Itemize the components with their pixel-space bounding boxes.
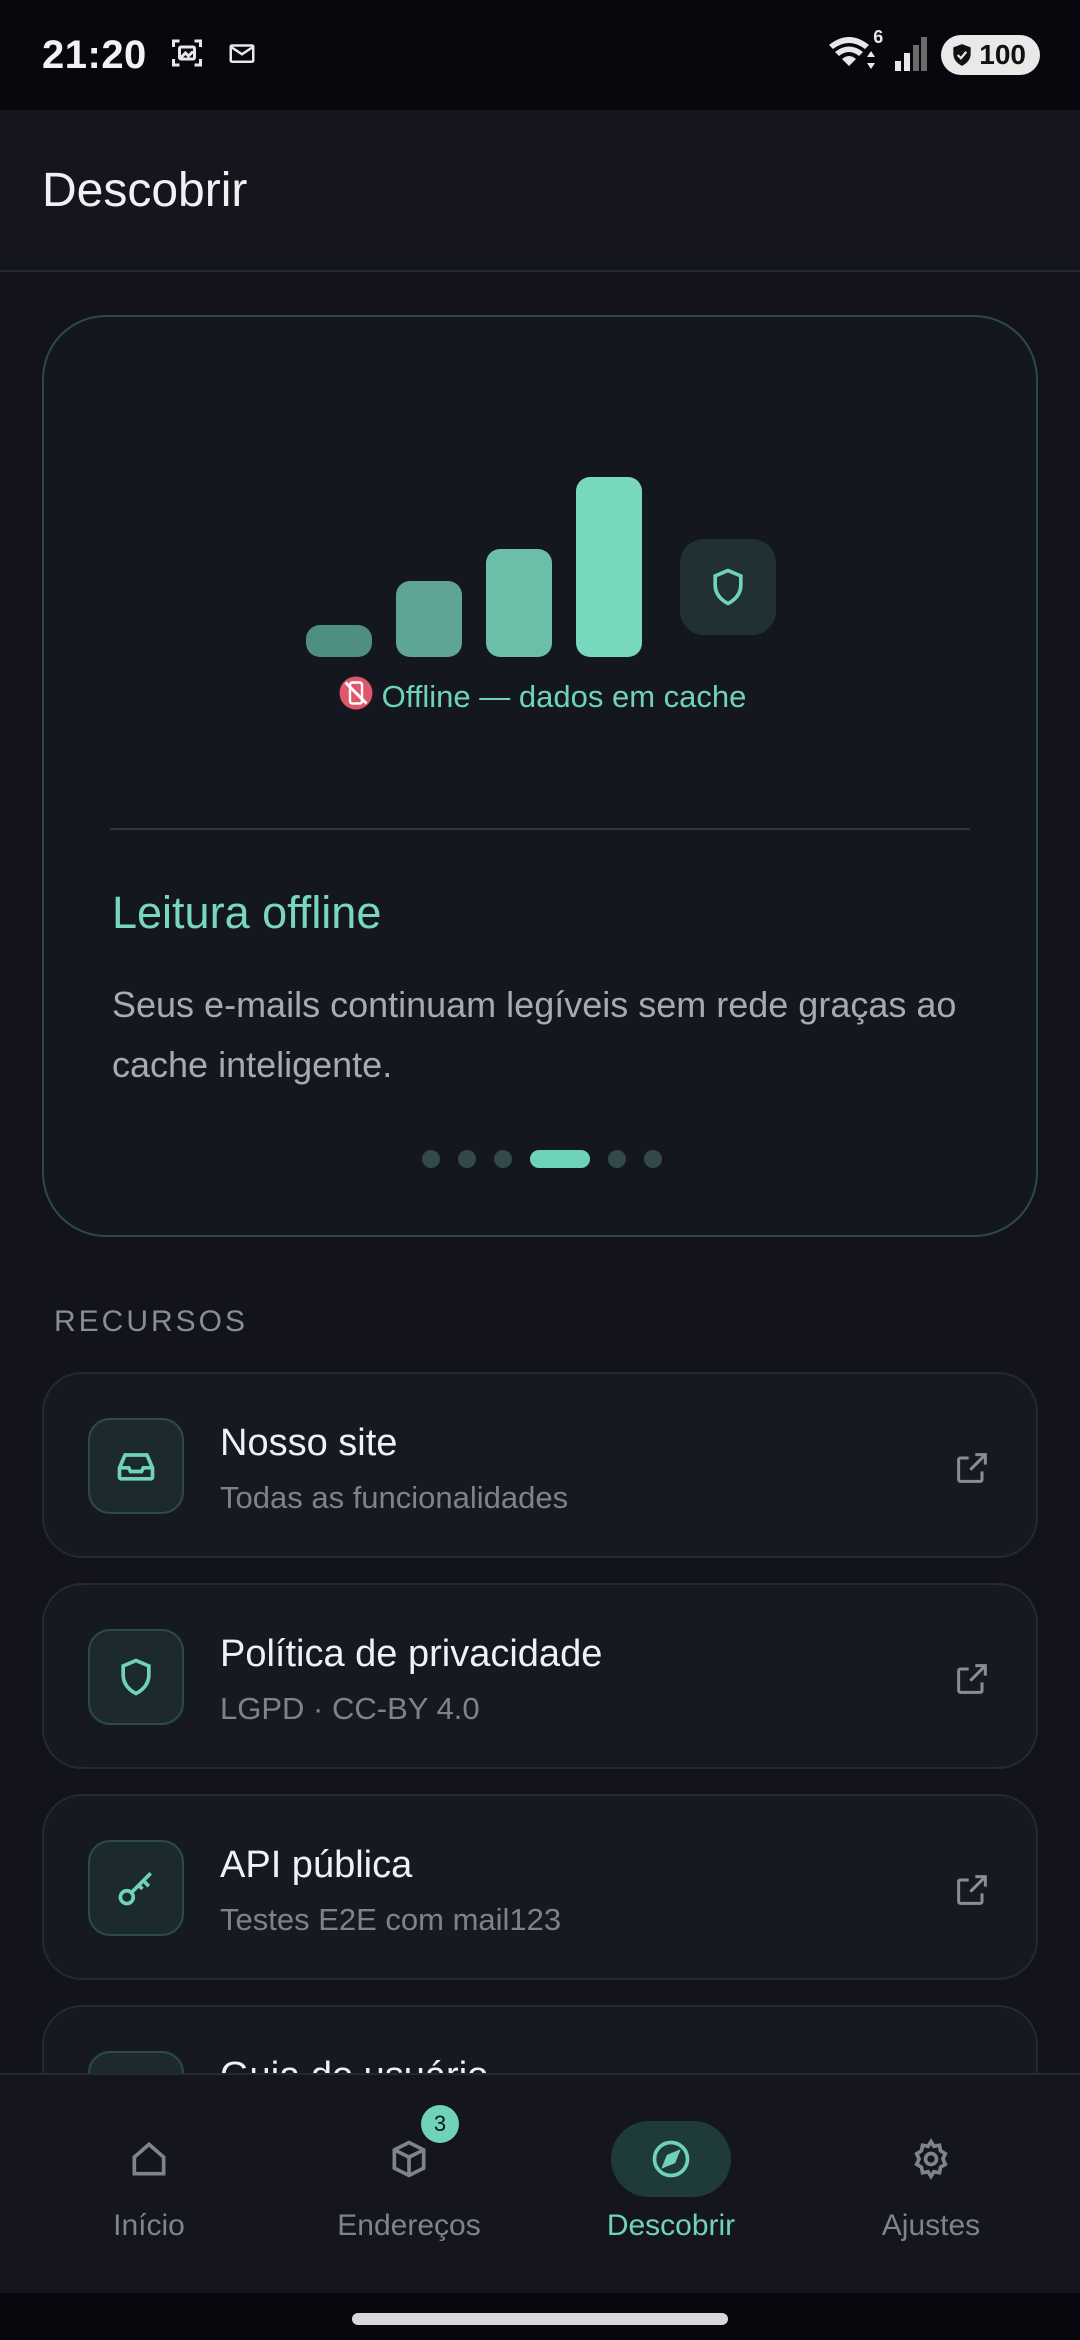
pager-dot[interactable]: [422, 1150, 440, 1168]
no-mobile-icon: [338, 675, 374, 719]
signal-bar-2: [396, 581, 462, 657]
wifi-icon: 6: [827, 27, 883, 78]
pager-dot[interactable]: [608, 1150, 626, 1168]
offline-status: Offline — dados em cache: [44, 675, 1040, 719]
signal-bar-1: [306, 625, 372, 657]
resource-title: API pública: [220, 1844, 413, 1886]
external-link-icon: [952, 1448, 992, 1493]
battery-shield-icon: [953, 44, 971, 66]
inbox-icon: [117, 1453, 155, 1481]
resource-item-privacy-policy[interactable]: Política de privacidade LGPD · CC-BY 4.0: [42, 1583, 1038, 1769]
nav-item-addresses[interactable]: 3 Endereços: [274, 2075, 544, 2295]
resource-item-public-api[interactable]: API pública Testes E2E com mail123: [42, 1794, 1038, 1980]
status-time: 21:20: [42, 32, 147, 77]
key-icon: [118, 1872, 152, 1906]
home-gesture-handle[interactable]: [352, 2313, 728, 2325]
carousel-pager[interactable]: [44, 1150, 1040, 1168]
nav-label: Ajustes: [881, 2209, 981, 2242]
screenshot-icon: [169, 35, 205, 76]
signal-bar-4: [576, 477, 642, 657]
resource-title: Política de privacidade: [220, 1633, 603, 1675]
resource-title: Nosso site: [220, 1422, 398, 1464]
nav-item-discover[interactable]: Descobrir: [536, 2075, 806, 2295]
pager-dot-active[interactable]: [530, 1150, 590, 1168]
shield-icon: [121, 1658, 151, 1696]
signal-bar-3: [486, 549, 552, 657]
page-title: Descobrir: [42, 163, 248, 217]
offline-status-text: Offline — dados em cache: [381, 679, 747, 714]
battery-indicator: 100: [941, 35, 1040, 75]
resource-item-website[interactable]: Nosso site Todas as funcionalidades: [42, 1372, 1038, 1558]
box-icon: [392, 2140, 426, 2178]
status-bar: 21:20 6 100: [0, 0, 1080, 110]
wifi-badge: 6: [873, 26, 884, 47]
section-label-resources: RECURSOS: [54, 1305, 249, 1338]
hero-divider: [110, 828, 970, 830]
nav-item-home[interactable]: Início: [14, 2075, 284, 2295]
app-header: Descobrir: [0, 110, 1080, 272]
external-link-icon: [952, 1659, 992, 1704]
nav-icon-container: [89, 2121, 209, 2197]
nav-item-settings[interactable]: Ajustes: [796, 2075, 1066, 2295]
nav-icon-container: 3: [349, 2105, 469, 2197]
pager-dot[interactable]: [494, 1150, 512, 1168]
pager-dot[interactable]: [644, 1150, 662, 1168]
battery-level: 100: [979, 39, 1026, 70]
nav-label: Descobrir: [606, 2209, 736, 2242]
hero-title: Leitura offline: [112, 887, 382, 938]
nav-icon-container: [871, 2121, 991, 2197]
compass-icon: [652, 2140, 690, 2178]
notification-badge: 3: [421, 2105, 459, 2143]
system-gesture-bar: [0, 2293, 1080, 2340]
shield-tile: [680, 539, 776, 635]
pager-dot[interactable]: [458, 1150, 476, 1168]
gear-icon: [914, 2138, 948, 2180]
resource-icon-tile: [88, 1629, 184, 1725]
home-icon: [132, 2141, 166, 2176]
nav-label: Endereços: [337, 2209, 481, 2242]
mail-notification-icon: [227, 38, 257, 73]
shield-icon: [713, 568, 743, 606]
external-link-icon: [952, 1870, 992, 1915]
feature-carousel-card[interactable]: Offline — dados em cache Leitura offline…: [42, 315, 1038, 1237]
hero-description: Seus e-mails continuam legíveis sem rede…: [112, 984, 957, 1085]
nav-icon-container: [611, 2121, 731, 2197]
resource-subtitle: Todas as funcionalidades: [220, 1480, 569, 1515]
bottom-navigation: Início 3 Endereços Descobrir Ajustes: [0, 2073, 1080, 2293]
resource-subtitle: Testes E2E com mail123: [220, 1902, 562, 1937]
resource-subtitle: LGPD · CC-BY 4.0: [220, 1691, 480, 1726]
nav-label: Início: [113, 2209, 185, 2242]
resource-icon-tile: [88, 1418, 184, 1514]
signal-icon: [893, 35, 928, 76]
resource-icon-tile: [88, 1840, 184, 1936]
